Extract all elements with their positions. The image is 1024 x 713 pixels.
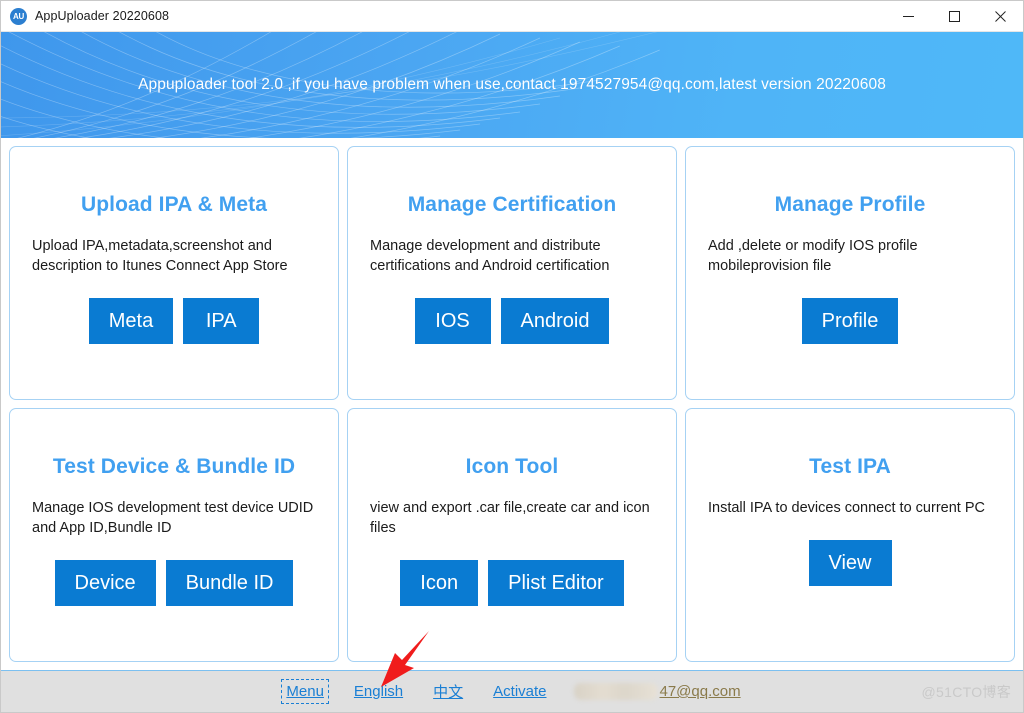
profile-button[interactable]: Profile (801, 298, 899, 344)
card-button-row: Profile (708, 298, 992, 344)
card-description: view and export .car file,create car and… (370, 500, 650, 536)
icon-button[interactable]: Icon (400, 560, 479, 606)
ipa-button[interactable]: IPA (183, 298, 260, 344)
card-description: Manage development and distribute certif… (370, 238, 610, 274)
card-description: Add ,delete or modify IOS profile mobile… (708, 238, 918, 274)
device-button[interactable]: Device (54, 560, 156, 606)
window-title: AppUploader 20220608 (35, 9, 170, 23)
card-title: Test Device & Bundle ID (52, 455, 296, 478)
card-button-row: Device Bundle ID (32, 560, 316, 606)
card-test-ipa: Test IPA Install IPA to devices connect … (685, 408, 1015, 662)
card-button-row: IOS Android (370, 298, 654, 344)
account-email-link[interactable]: 47@qq.com (573, 683, 741, 700)
close-icon[interactable] (977, 1, 1023, 31)
card-description: Install IPA to devices connect to curren… (708, 500, 985, 516)
banner-message: Appuploader tool 2.0 ,if you have proble… (138, 76, 886, 93)
titlebar: AU AppUploader 20220608 (1, 1, 1023, 32)
ios-button[interactable]: IOS (414, 298, 491, 344)
card-description: Upload IPA,metadata,screenshot and descr… (32, 238, 288, 274)
menu-link[interactable]: Menu (281, 679, 329, 704)
card-button-row: Meta IPA (32, 298, 316, 344)
redaction-overlay (573, 683, 658, 700)
card-upload-ipa-meta: Upload IPA & Meta Upload IPA,metadata,sc… (9, 146, 339, 400)
card-title: Test IPA (809, 455, 891, 478)
meta-button[interactable]: Meta (88, 298, 174, 344)
app-logo-icon: AU (10, 7, 27, 25)
watermark-label: @51CTO博客 (921, 683, 1011, 700)
english-link[interactable]: English (351, 681, 406, 702)
card-manage-profile: Manage Profile Add ,delete or modify IOS… (685, 146, 1015, 400)
view-button[interactable]: View (808, 540, 892, 586)
card-test-device-bundle-id: Test Device & Bundle ID Manage IOS devel… (9, 408, 339, 662)
card-icon-tool: Icon Tool view and export .car file,crea… (347, 408, 677, 662)
chinese-link[interactable]: 中文 (430, 679, 466, 704)
bundle-id-button[interactable]: Bundle ID (165, 560, 294, 606)
card-manage-certification: Manage Certification Manage development … (347, 146, 677, 400)
card-title: Manage Certification (407, 193, 617, 216)
android-button[interactable]: Android (500, 298, 610, 344)
card-title: Upload IPA & Meta (80, 193, 268, 216)
app-window: AU AppUploader 20220608 Appuploader tool… (0, 0, 1024, 713)
plist-editor-button[interactable]: Plist Editor (488, 560, 624, 606)
banner: Appuploader tool 2.0 ,if you have proble… (1, 32, 1023, 138)
card-title: Icon Tool (465, 455, 559, 478)
maximize-icon[interactable] (931, 1, 977, 31)
minimize-icon[interactable] (885, 1, 931, 31)
activate-link[interactable]: Activate (490, 681, 549, 702)
account-email-text: 47@qq.com (659, 683, 741, 700)
window-controls (885, 1, 1023, 31)
feature-card-grid: Upload IPA & Meta Upload IPA,metadata,sc… (1, 138, 1023, 670)
footer-bar: Menu English 中文 Activate 47@qq.com @51CT… (1, 670, 1023, 712)
card-title: Manage Profile (774, 193, 926, 216)
card-button-row: Icon Plist Editor (370, 560, 654, 606)
card-description: Manage IOS development test device UDID … (32, 500, 314, 536)
card-button-row: View (708, 540, 992, 586)
